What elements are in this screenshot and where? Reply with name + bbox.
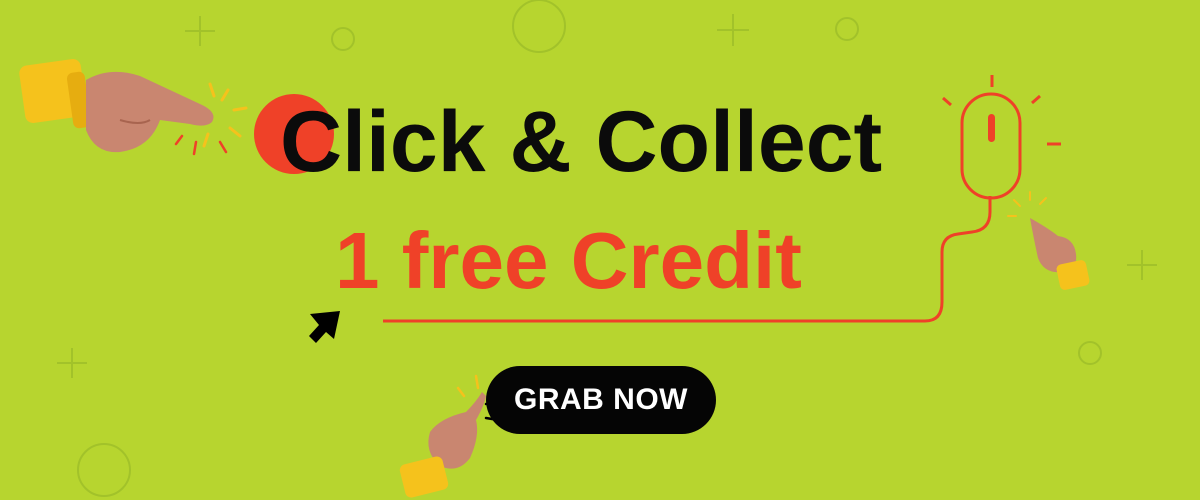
computer-mouse-icon <box>942 75 1061 200</box>
headline-rest: lick & Collect <box>342 94 883 190</box>
pointing-hand-icon <box>1030 218 1090 290</box>
headline-first-letter: C <box>280 94 343 190</box>
plus-icon <box>185 16 215 46</box>
pointing-hand-icon <box>19 59 214 153</box>
plus-icon <box>57 348 87 378</box>
subheadline: 1 free Credit <box>335 216 802 305</box>
click-burst-icon <box>1007 191 1047 217</box>
headline: Click & Collect <box>280 92 882 192</box>
cursor-arrow-icon <box>309 311 340 343</box>
circle-icon <box>512 0 566 53</box>
plus-icon <box>717 14 749 46</box>
circle-icon <box>835 17 859 41</box>
grab-now-button[interactable]: GRAB NOW <box>486 366 716 434</box>
circle-icon <box>331 27 355 51</box>
promo-banner: Click & Collect 1 free Credit GRAB NOW <box>0 0 1200 500</box>
plus-icon <box>1127 250 1157 280</box>
pointing-hand-icon <box>399 392 486 498</box>
circle-icon <box>77 443 131 497</box>
click-burst-icon <box>174 134 228 156</box>
circle-icon <box>1078 341 1102 365</box>
